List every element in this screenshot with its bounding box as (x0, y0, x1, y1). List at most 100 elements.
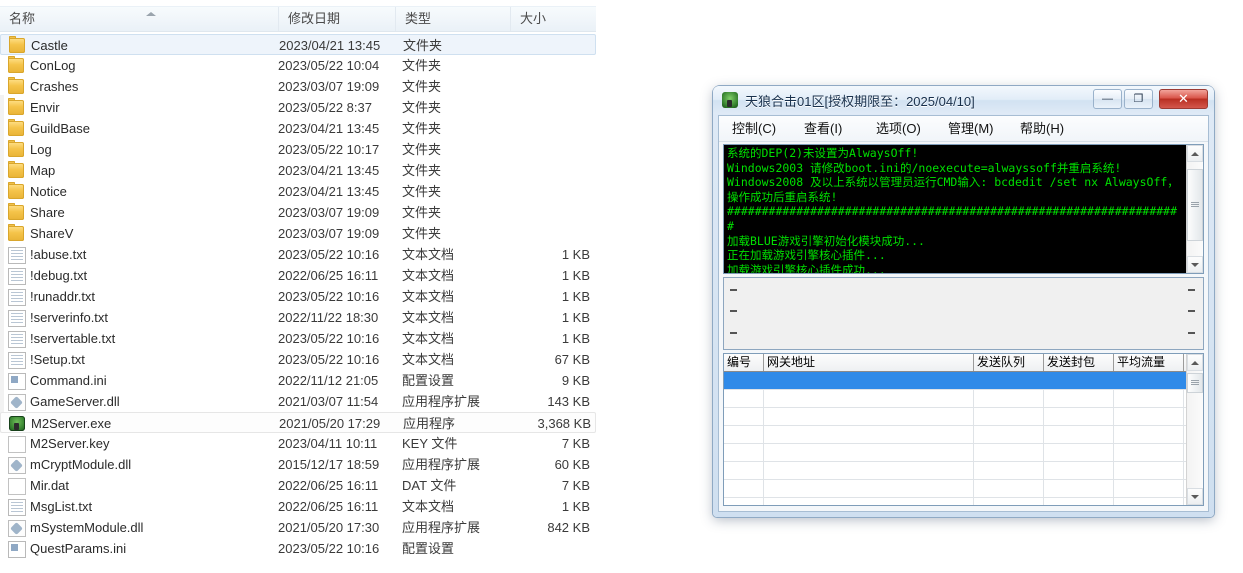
scroll-down-icon[interactable] (1187, 488, 1203, 505)
menu-item-1[interactable]: 查看(I) (799, 120, 847, 137)
file-date: 2023/05/22 10:16 (278, 331, 380, 346)
file-row[interactable]: ShareV 2023/03/07 19:09 文件夹 (0, 223, 596, 244)
gateway-grid-rows[interactable] (724, 372, 1186, 505)
grid-cell (724, 390, 764, 407)
grid-column-header-2[interactable]: 发送队列 (974, 354, 1044, 371)
file-size (500, 181, 590, 202)
window-titlebar[interactable]: 天狼合击01区[授权期限至：2025/04/10] — ❐ ✕ (713, 86, 1214, 114)
column-header-date[interactable]: 修改日期 (278, 7, 395, 31)
file-row[interactable]: Notice 2023/04/21 13:45 文件夹 (0, 181, 596, 202)
file-row[interactable]: Map 2023/04/21 13:45 文件夹 (0, 160, 596, 181)
grid-column-header-4[interactable]: 平均流量 (1114, 354, 1184, 371)
file-date: 2023/03/07 19:09 (278, 79, 380, 94)
grid-cell (1114, 390, 1184, 407)
grid-row[interactable] (724, 372, 1186, 390)
file-row[interactable]: GuildBase 2023/04/21 13:45 文件夹 (0, 118, 596, 139)
grid-cell (764, 426, 974, 443)
file-type: 文本文档 (402, 289, 455, 304)
file-row[interactable]: GameServer.dll 2021/03/07 11:54 应用程序扩展 143 … (0, 391, 596, 412)
file-name: Notice (30, 184, 67, 199)
grid-row[interactable] (724, 426, 1186, 444)
file-size: 842 KB (547, 520, 590, 535)
file-size: 1 KB (561, 499, 590, 514)
file-row[interactable]: Envir 2023/05/22 8:37 文件夹 (0, 97, 596, 118)
file-row[interactable]: Crashes 2023/03/07 19:09 文件夹 (0, 76, 596, 97)
file-row[interactable]: ConLog 2023/05/22 10:04 文件夹 (0, 55, 596, 76)
file-type: 文本文档 (402, 331, 455, 346)
gateway-grid-scrollbar[interactable] (1186, 354, 1203, 505)
file-name: Crashes (30, 79, 79, 94)
menu-item-2[interactable]: 选项(O) (871, 120, 926, 137)
grid-row[interactable] (724, 408, 1186, 426)
file-size: 9 KB (561, 373, 590, 388)
grid-cell (764, 444, 974, 461)
grid-column-header-0[interactable]: 编号 (724, 354, 764, 371)
grid-cell (1044, 372, 1114, 389)
grid-row[interactable] (724, 390, 1186, 408)
file-row[interactable]: M2Server.exe 2021/05/20 17:29 应用程序 3,368 KB (0, 412, 596, 433)
minimize-icon: — (1102, 93, 1113, 105)
file-size: 143 KB (547, 394, 590, 409)
scroll-up-icon[interactable] (1187, 145, 1203, 162)
file-row[interactable]: !abuse.txt 2023/05/22 10:16 文本文档 1 KB (0, 244, 596, 265)
grid-cell (1044, 462, 1114, 479)
file-row[interactable]: MsgList.txt 2022/06/25 16:11 文本文档 1 KB (0, 496, 596, 517)
file-size: 1 KB (561, 289, 590, 304)
column-header-size[interactable]: 大小 (510, 7, 596, 31)
file-row[interactable]: !runaddr.txt 2023/05/22 10:16 文本文档 1 KB (0, 286, 596, 307)
file-row[interactable]: Command.ini 2022/11/12 21:05 配置设置 9 KB (0, 370, 596, 391)
menu-bar: 控制(C) 查看(I) 选项(O) 管理(M) 帮助(H) (719, 116, 1208, 142)
file-name: !debug.txt (30, 268, 88, 283)
gateway-grid-panel[interactable]: 编号网关地址发送队列发送封包平均流量最高人数 (723, 353, 1204, 506)
grid-cell (1044, 390, 1114, 407)
menu-item-0[interactable]: 控制(C) (727, 120, 781, 137)
file-list[interactable]: Castle 2023/04/21 13:45 文件夹 ConLog 2023/05/2… (0, 34, 596, 559)
close-button[interactable]: ✕ (1159, 89, 1208, 109)
console-output-text: 系统的DEP(2)未设置为AlwaysOff! Windows2003 请修改b… (727, 146, 1179, 274)
minimize-button[interactable]: — (1093, 89, 1122, 109)
console-scrollbar[interactable] (1186, 145, 1203, 273)
grid-row[interactable] (724, 462, 1186, 480)
file-row[interactable]: Mir.dat 2022/06/25 16:11 DAT 文件 7 KB (0, 475, 596, 496)
file-type: 配置设置 (402, 373, 455, 388)
grid-cell (1114, 444, 1184, 461)
console-scroll-thumb[interactable] (1187, 169, 1203, 241)
file-row[interactable]: mSystemModule.dll 2021/05/20 17:30 应用程序扩展 8… (0, 517, 596, 538)
file-type: 文件夹 (402, 226, 442, 241)
file-size: 7 KB (561, 478, 590, 493)
scroll-down-icon[interactable] (1187, 256, 1203, 273)
file-row[interactable]: M2Server.key 2023/04/11 10:11 KEY 文件 7 KB (0, 433, 596, 454)
menu-item-4[interactable]: 帮助(H) (1015, 120, 1069, 137)
grid-column-header-1[interactable]: 网关地址 (764, 354, 974, 371)
grid-row[interactable] (724, 498, 1186, 505)
grid-row[interactable] (724, 480, 1186, 498)
grid-row[interactable] (724, 444, 1186, 462)
file-name: GameServer.dll (30, 394, 120, 409)
file-row[interactable]: !Setup.txt 2023/05/22 10:16 文本文档 67 KB (0, 349, 596, 370)
file-size (500, 538, 590, 559)
grid-cell (974, 408, 1044, 425)
column-header-type[interactable]: 类型 (395, 7, 510, 31)
menu-item-3[interactable]: 管理(M) (943, 120, 999, 137)
file-date: 2023/05/22 8:37 (278, 100, 372, 115)
maximize-button[interactable]: ❐ (1124, 89, 1153, 109)
file-type: 文件夹 (402, 184, 442, 199)
column-header-name[interactable]: 名称 (0, 7, 278, 31)
scroll-up-icon[interactable] (1187, 354, 1203, 371)
file-row[interactable]: Castle 2023/04/21 13:45 文件夹 (0, 34, 596, 55)
file-row[interactable]: !serverinfo.txt 2022/11/22 18:30 文本文档 1 KB (0, 307, 596, 328)
grid-column-header-3[interactable]: 发送封包 (1044, 354, 1114, 371)
console-output-panel[interactable]: 系统的DEP(2)未设置为AlwaysOff! Windows2003 请修改b… (723, 144, 1204, 274)
file-size (500, 118, 590, 139)
grid-scroll-thumb[interactable] (1187, 373, 1203, 393)
file-row[interactable]: QuestParams.ini 2023/05/22 10:16 配置设置 (0, 538, 596, 559)
middle-list-panel[interactable] (723, 277, 1204, 350)
grid-cell (764, 390, 974, 407)
file-name: Castle (31, 38, 68, 53)
file-row[interactable]: Log 2023/05/22 10:17 文件夹 (0, 139, 596, 160)
file-row[interactable]: !servertable.txt 2023/05/22 10:16 文本文档 1 KB (0, 328, 596, 349)
file-row[interactable]: mCryptModule.dll 2015/12/17 18:59 应用程序扩展 60… (0, 454, 596, 475)
file-row[interactable]: !debug.txt 2022/06/25 16:11 文本文档 1 KB (0, 265, 596, 286)
file-row[interactable]: Share 2023/03/07 19:09 文件夹 (0, 202, 596, 223)
file-name: Share (30, 205, 65, 220)
